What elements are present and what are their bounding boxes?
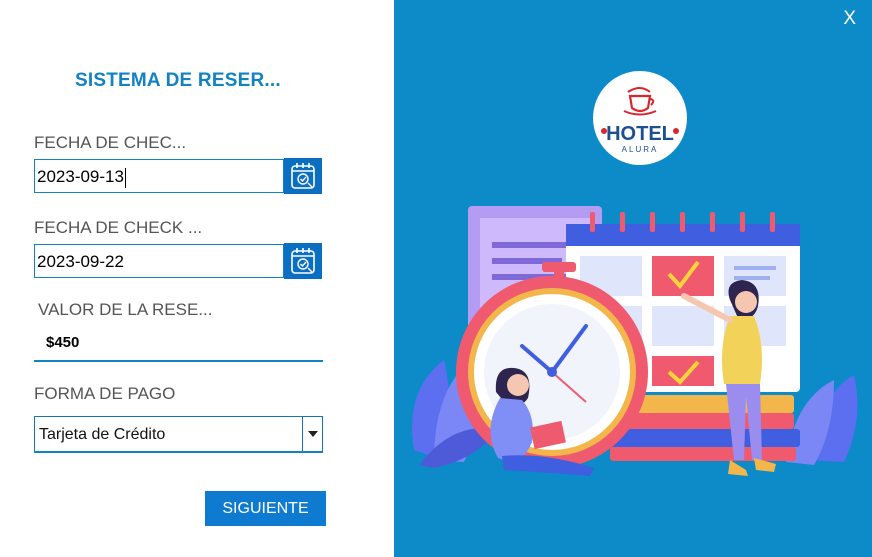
checkout-date-field[interactable]: 2023-09-22 — [34, 244, 284, 278]
valor-label: VALOR DE LA RESE... — [38, 300, 213, 319]
checkin-calendar-button[interactable] — [284, 158, 322, 194]
valor-field: $450 — [46, 334, 80, 351]
next-button[interactable]: SIGUIENTE — [205, 491, 326, 526]
checkout-calendar-button[interactable] — [284, 243, 322, 279]
form-panel: SISTEMA DE RESER... FECHA DE CHEC... 202… — [0, 0, 394, 557]
chevron-down-icon[interactable] — [302, 417, 322, 451]
checkin-label: FECHA DE CHEC... — [34, 133, 187, 152]
logo-text: HOTEL — [606, 123, 674, 145]
pago-label: FORMA DE PAGO — [34, 384, 176, 403]
reservation-illustration — [412, 206, 858, 476]
payment-method-value: Tarjeta de Crédito — [39, 426, 166, 443]
logo-subtext: ALURA — [622, 145, 659, 154]
checkout-label: FECHA DE CHECK ... — [34, 218, 203, 237]
payment-underline — [34, 451, 323, 453]
calendar-icon — [291, 163, 315, 189]
checkin-date-field[interactable]: 2023-09-13 — [34, 159, 284, 193]
payment-method-select[interactable]: Tarjeta de Crédito — [34, 416, 323, 452]
text-cursor — [124, 167, 126, 188]
panel-graphics: HOTEL ALURA — [412, 71, 858, 476]
form-title: SISTEMA DE RESER... — [75, 70, 281, 91]
calendar-icon — [291, 248, 315, 274]
illustration-panel: X HOTEL ALURA — [394, 0, 872, 557]
valor-underline — [34, 360, 323, 362]
hotel-logo: HOTEL ALURA — [593, 71, 687, 165]
